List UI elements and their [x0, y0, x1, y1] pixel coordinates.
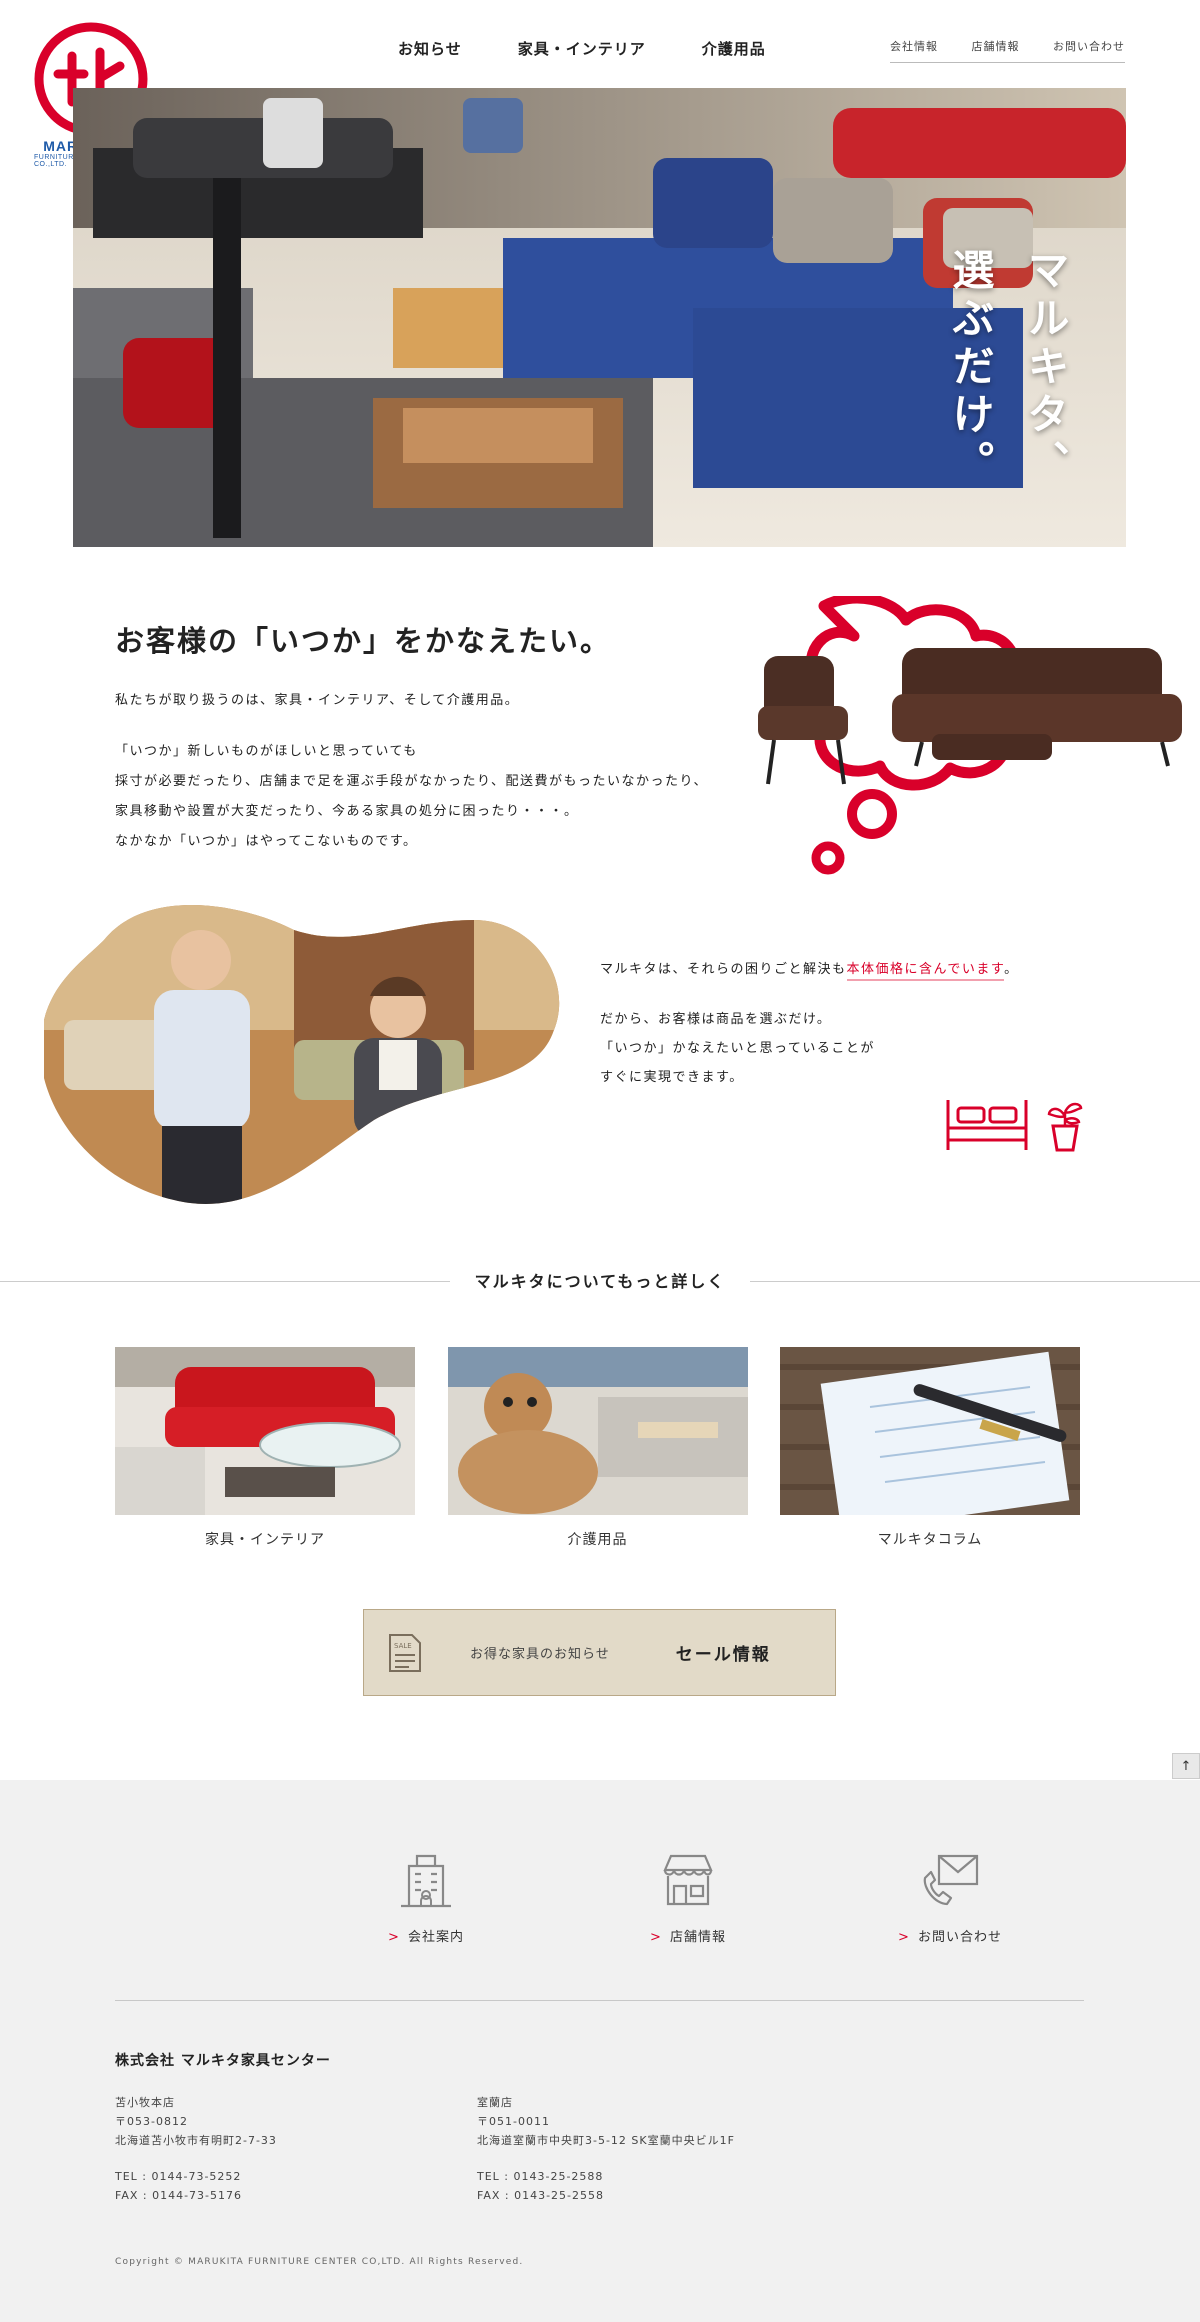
more-section-title: マルキタについてもっと詳しく — [450, 1268, 750, 1292]
hero-copy: マルキタ、 選ぶだけ。 — [940, 248, 1076, 488]
intro-line: 家具移動や設置が大変だったり、今ある家具の処分に困ったり・・・。 — [115, 804, 579, 819]
sub-nav: 会社情報 店舗情報 お問い合わせ — [890, 38, 1125, 63]
intro-line: 採寸が必要だったり、店舗まで足を運ぶ手段がなかったり、配送費がもったいなかったり… — [115, 774, 708, 789]
value-line-prefix: マルキタは、それらの困りごと解決も — [600, 962, 847, 977]
footer-arrow: > — [898, 1930, 910, 1945]
footer: > 会社案内 > 店舗情報 > お問い合わせ 株式会社 マルキタ家具センター 苫小牧本… — [0, 1780, 1200, 2322]
intro-title: お客様の「いつか」をかなえたい。 — [115, 624, 612, 658]
link-cards: 家具・インテリア 介護用品 マルキタコラム — [115, 1347, 1080, 1549]
footer-links: > 会社案内 > 店舗情報 > お問い合わせ — [295, 1848, 1081, 1945]
store-icon — [663, 1854, 713, 1906]
card-furniture-label: 家具・インテリア — [205, 1532, 325, 1548]
page-top-button[interactable]: ↑ — [1172, 1753, 1200, 1779]
footer-link-company-label: > 会社案内 — [388, 1926, 464, 1945]
value-line: だから、お客様は商品を選ぶだけ。 — [600, 1012, 832, 1027]
branch-address: 北海道室蘭市中央町3-5-12 SK室蘭中央ビル1F — [477, 2134, 735, 2147]
branch-name: 室蘭店 — [477, 2096, 513, 2109]
branch-name: 苫小牧本店 — [115, 2096, 175, 2109]
value-line-1: マルキタは、それらの困りごと解決も本体価格に含んでいます。 — [600, 955, 1019, 985]
footer-link-text: 会社案内 — [407, 1930, 464, 1945]
hero-copy-line1: マルキタ、 — [1021, 248, 1070, 488]
footer-branch-muroran: 室蘭店 〒051-0011 北海道室蘭市中央町3-5-12 SK室蘭中央ビル1F… — [477, 2093, 735, 2205]
card-column[interactable]: マルキタコラム — [780, 1347, 1080, 1549]
footer-link-contact-label: > お問い合わせ — [898, 1926, 1002, 1945]
branch-address: 北海道苫小牧市有明町2-7-33 — [115, 2134, 277, 2147]
branch-fax: FAX : 0143-25-2558 — [477, 2189, 605, 2202]
hero-image: マルキタ、 選ぶだけ。 — [73, 88, 1126, 547]
card-care-image — [447, 1347, 748, 1515]
sale-subtitle: お得な家具のお知らせ — [470, 1647, 610, 1662]
branch-tel: TEL : 0144-73-5252 — [115, 2170, 242, 2183]
footer-arrow: > — [388, 1930, 400, 1945]
footer-link-company[interactable]: > 会社案内 — [295, 1848, 557, 1945]
sale-icon-text: SALE — [394, 1642, 412, 1650]
value-text: マルキタは、それらの困りごと解決も本体価格に含んでいます。 だから、お客様は商品… — [600, 955, 1019, 1092]
footer-branch-tomakomai: 苫小牧本店 〒053-0812 北海道苫小牧市有明町2-7-33 TEL : 0… — [115, 2093, 277, 2205]
footer-link-text: お問い合わせ — [917, 1930, 1002, 1945]
sale-tag-icon: SALE — [389, 1633, 421, 1672]
value-paragraph-2: だから、お客様は商品を選ぶだけ。 「いつか」かなえたいと思っていることが すぐに… — [600, 1005, 1019, 1092]
nav-stores[interactable]: 店舗情報 — [972, 38, 1020, 54]
bed-icon — [946, 1100, 1028, 1150]
value-line-suffix: 。 — [1004, 962, 1019, 977]
sale-title: セール情報 — [675, 1645, 771, 1665]
card-column-label: マルキタコラム — [877, 1532, 983, 1548]
staff-photo — [44, 905, 560, 1204]
nav-care[interactable]: 介護用品 — [702, 38, 766, 59]
card-care-label: 介護用品 — [567, 1532, 628, 1548]
intro-paragraph-1: 私たちが取り扱うのは、家具・インテリア、そして介護用品。 — [115, 693, 520, 708]
value-line: すぐに実現できます。 — [600, 1070, 744, 1085]
hero-copy-line2: 選ぶだけ。 — [946, 248, 995, 488]
copyright: Copyright © MARUKITA FURNITURE CENTER CO… — [115, 2257, 524, 2267]
footer-link-text: 店舗情報 — [669, 1930, 726, 1945]
card-care[interactable]: 介護用品 — [447, 1347, 748, 1549]
intro-paragraph-2: 「いつか」新しいものがほしいと思っていても 採寸が必要だったり、店舗まで足を運ぶ… — [115, 737, 708, 857]
plant-icon — [1047, 1102, 1083, 1152]
footer-link-stores-label: > 店舗情報 — [650, 1926, 726, 1945]
card-column-image — [780, 1347, 1080, 1515]
main-nav: お知らせ 家具・インテリア 介護用品 — [398, 38, 766, 59]
nav-contact[interactable]: お問い合わせ — [1053, 38, 1125, 54]
branch-zip: 〒053-0812 — [115, 2115, 188, 2128]
nav-company[interactable]: 会社情報 — [890, 38, 938, 54]
intro-line: なかなか「いつか」はやってこないものです。 — [115, 834, 418, 849]
sale-banner[interactable]: SALE お得な家具のお知らせ セール情報 — [363, 1609, 836, 1696]
footer-company-name: 株式会社 マルキタ家具センター — [115, 2053, 331, 2069]
card-furniture[interactable]: 家具・インテリア — [115, 1347, 415, 1549]
footer-link-stores[interactable]: > 店舗情報 — [557, 1848, 819, 1945]
branch-tel: TEL : 0143-25-2588 — [477, 2170, 604, 2183]
nav-furniture[interactable]: 家具・インテリア — [518, 38, 646, 59]
branch-zip: 〒051-0011 — [477, 2115, 550, 2128]
footer-divider — [115, 2000, 1084, 2001]
sofa-thought-bubble-illustration — [758, 596, 1182, 875]
mail-phone-icon — [923, 1854, 979, 1906]
nav-news[interactable]: お知らせ — [398, 38, 462, 59]
footer-link-contact[interactable]: > お問い合わせ — [819, 1848, 1081, 1945]
value-highlight: 本体価格に含んでいます — [846, 962, 1005, 981]
intro-line: 「いつか」新しいものがほしいと思っていても — [115, 744, 418, 759]
value-line: 「いつか」かなえたいと思っていることが — [600, 1041, 875, 1056]
building-icon — [401, 1854, 451, 1908]
card-furniture-image — [115, 1347, 415, 1515]
branch-fax: FAX : 0144-73-5176 — [115, 2189, 243, 2202]
footer-arrow: > — [650, 1930, 662, 1945]
